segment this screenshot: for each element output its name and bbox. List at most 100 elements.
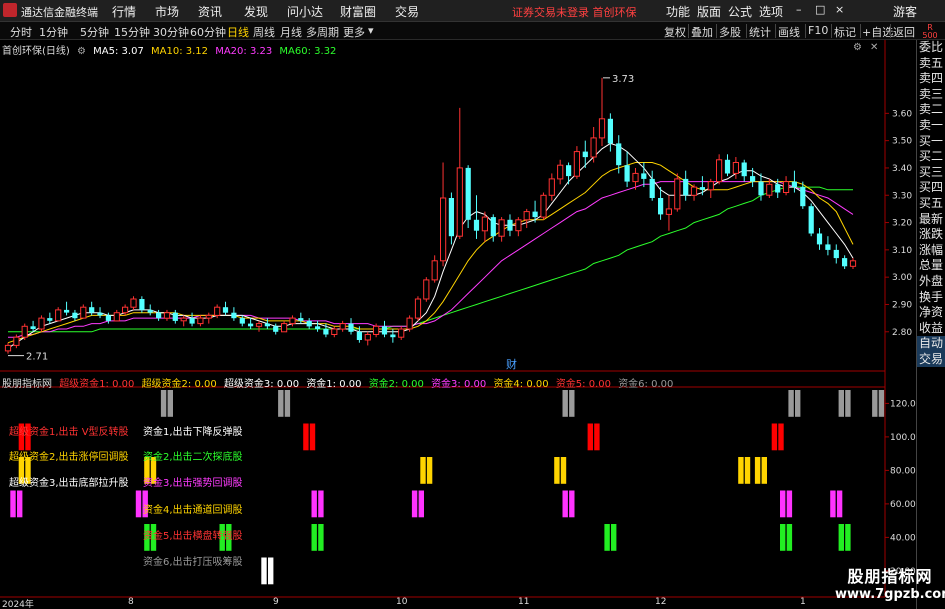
settings-gear-icon[interactable]: ⚙ — [77, 46, 86, 57]
side-buy2[interactable]: 买二 — [917, 149, 945, 165]
signal-label-fund5: 资金5,出击横盘转强股 — [143, 531, 243, 542]
candle-up — [373, 325, 380, 335]
side-buy4[interactable]: 买四 — [917, 180, 945, 196]
high-price-label: 3.73 — [612, 74, 634, 85]
candle-down — [791, 181, 797, 188]
stock-name-label[interactable]: 首创环保(日线) — [2, 46, 70, 57]
candle-down — [566, 165, 572, 177]
side-volume[interactable]: 总量 — [917, 258, 945, 274]
chart-settings-icon[interactable]: ⚙ — [853, 42, 862, 53]
ma5-value: MA5: 3.07 — [93, 46, 144, 57]
signal-bar — [754, 457, 761, 484]
candle-down — [64, 309, 70, 313]
candle-up — [38, 317, 45, 330]
candle-down — [222, 307, 229, 313]
candle-up — [456, 167, 463, 237]
signal-bar — [17, 490, 23, 518]
signal-label-super1: 超级资金1,出击 V型反转股 — [9, 427, 129, 438]
side-buy3[interactable]: 买三 — [917, 165, 945, 181]
price-tick-label: 2.90 — [892, 300, 912, 310]
ma60-value: MA60: 3.32 — [279, 46, 337, 57]
side-trade[interactable]: 交易 — [917, 351, 945, 368]
candle-up — [331, 328, 338, 335]
candle-down — [298, 318, 304, 321]
side-sell1[interactable]: 卖一 — [917, 118, 945, 134]
candle-down — [147, 309, 153, 313]
side-change-pct[interactable]: 涨幅 — [917, 243, 945, 259]
side-auto[interactable]: 自动 — [917, 336, 945, 352]
price-tick-label: 3.30 — [892, 191, 912, 201]
candle-up — [540, 194, 547, 218]
side-turnover[interactable]: 换手 — [917, 290, 945, 306]
signal-bar — [318, 490, 324, 518]
indicator-tick-label: 80.00 — [890, 466, 916, 476]
side-net-assets[interactable]: 净资 — [917, 305, 945, 321]
side-buy5[interactable]: 买五 — [917, 196, 945, 212]
side-change[interactable]: 涨跌 — [917, 227, 945, 243]
signal-bar — [554, 457, 560, 484]
candle-up — [440, 197, 447, 262]
side-earnings[interactable]: 收益 — [917, 321, 945, 337]
candle-down — [699, 187, 705, 190]
candle-up — [197, 317, 204, 325]
side-outer[interactable]: 外盘 — [917, 274, 945, 290]
chart-close-icon[interactable]: ✕ — [870, 42, 878, 53]
date-tick: 8 — [128, 597, 134, 607]
signal-label-fund4: 资金4,出击通道回调股 — [143, 505, 243, 516]
candle-down — [172, 312, 178, 321]
side-sell2[interactable]: 卖二 — [917, 102, 945, 118]
signal-bar — [761, 457, 767, 484]
candle-down — [356, 331, 362, 340]
candle-up — [598, 118, 606, 139]
signal-bar — [562, 390, 568, 417]
candle-down — [833, 249, 839, 259]
side-sell4[interactable]: 卖四 — [917, 71, 945, 87]
candle-down — [842, 258, 848, 267]
candle-up — [255, 323, 263, 327]
ind-value-fund4: 资金4: 0.00 — [493, 379, 549, 390]
side-latest[interactable]: 最新 — [917, 212, 945, 228]
candle-down — [273, 326, 279, 332]
signal-bar — [872, 390, 878, 417]
candle-up — [557, 164, 564, 180]
candlesticks — [4, 77, 857, 354]
candle-down — [473, 219, 480, 231]
kline-chart[interactable]: 3.603.503.403.303.203.103.002.902.80 120… — [0, 0, 945, 609]
side-weibi[interactable]: 委比 — [917, 40, 945, 56]
candle-up — [716, 159, 723, 183]
signal-bar — [778, 423, 784, 451]
candle-up — [13, 336, 20, 346]
candle-up — [414, 298, 422, 319]
signal-bar — [261, 557, 267, 585]
watermark-title: 股朋指标网 — [847, 567, 933, 586]
candle-down — [264, 323, 270, 327]
ind-value-super3: 超级资金3: 0.00 — [223, 379, 300, 390]
signal-bar — [562, 490, 568, 518]
candle-down — [607, 118, 613, 144]
candle-down — [465, 167, 471, 220]
signal-bar — [278, 390, 284, 417]
candle-up — [55, 309, 62, 322]
financial-event-marker[interactable]: 财 — [506, 357, 517, 371]
date-tick: 9 — [273, 597, 279, 607]
ind-value-fund5: 资金5: 0.00 — [555, 379, 611, 390]
signal-bar — [780, 490, 786, 518]
candle-down — [800, 187, 806, 207]
candle-down — [248, 323, 254, 327]
candle-down — [616, 143, 622, 166]
side-sell3[interactable]: 卖三 — [917, 87, 945, 103]
candle-down — [448, 198, 454, 237]
r-badge-number: 500 — [922, 31, 938, 40]
price-tick-label: 3.00 — [892, 273, 912, 283]
candle-up — [690, 186, 698, 196]
candle-down — [381, 326, 388, 335]
indicator-name[interactable]: 股朋指标网 — [2, 379, 52, 390]
signal-bar — [426, 457, 433, 484]
date-tick: 1 — [800, 597, 806, 607]
candle-down — [239, 318, 245, 324]
candle-up — [398, 328, 405, 338]
candle-up — [665, 208, 672, 215]
side-buy1[interactable]: 买一 — [917, 134, 945, 150]
signal-bar — [411, 490, 418, 518]
side-sell5[interactable]: 卖五 — [917, 56, 945, 72]
